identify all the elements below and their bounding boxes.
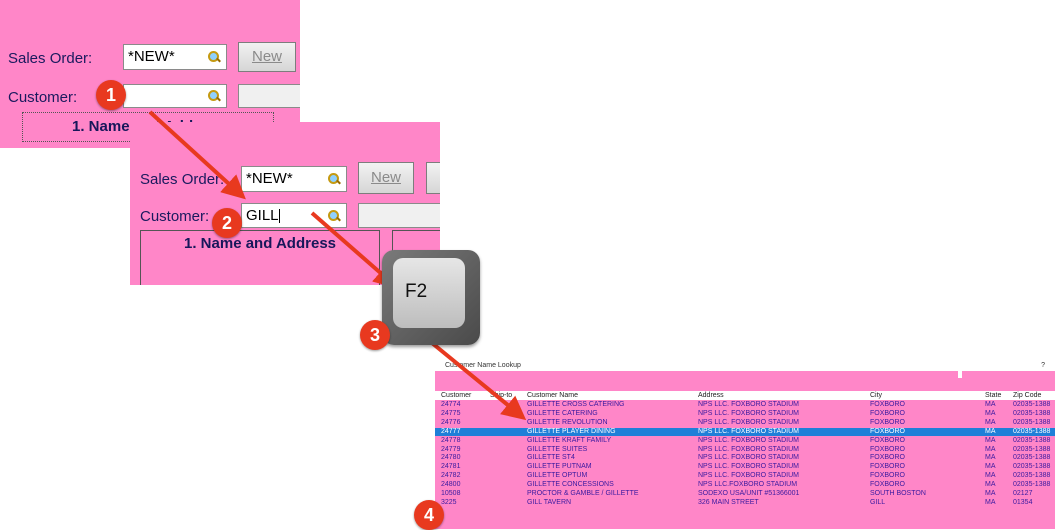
- f2-key-cap: F2: [393, 258, 465, 328]
- step-1-badge: 1: [96, 80, 126, 110]
- f2-key: F2: [382, 250, 480, 345]
- step-4-badge: 4: [414, 500, 444, 530]
- step-2-badge: 2: [212, 208, 242, 238]
- step-3-badge: 3: [360, 320, 390, 350]
- f2-key-label: F2: [405, 281, 428, 302]
- flow-arrows: [148, 110, 527, 421]
- arrow-2: [310, 211, 399, 289]
- arrow-1: [148, 110, 246, 200]
